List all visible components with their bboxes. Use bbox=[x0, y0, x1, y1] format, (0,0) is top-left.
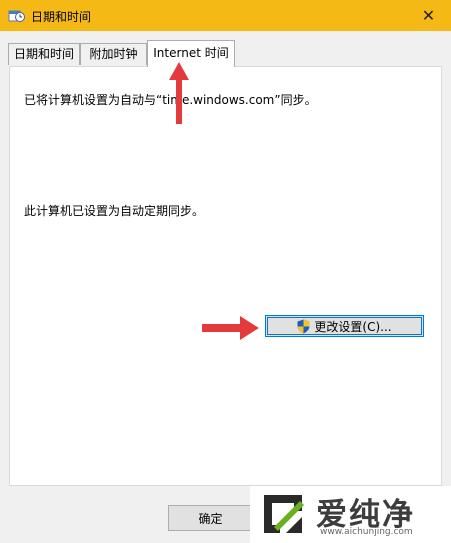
close-button[interactable]: ✕ bbox=[406, 0, 451, 31]
title-bar: 日期和时间 ✕ bbox=[0, 0, 451, 31]
uac-shield-icon bbox=[297, 319, 310, 333]
tab-date-time[interactable]: 日期和时间 bbox=[8, 43, 80, 65]
watermark: 爱纯净 www.aichunjing.com bbox=[250, 486, 451, 543]
internet-time-panel: 已将计算机设置为自动与“time.windows.com”同步。 此计算机已设置… bbox=[9, 66, 442, 486]
sync-status-text: 已将计算机设置为自动与“time.windows.com”同步。 bbox=[24, 93, 317, 107]
schedule-status-text: 此计算机已设置为自动定期同步。 bbox=[24, 204, 205, 218]
ok-button[interactable]: 确定 bbox=[168, 505, 253, 531]
change-settings-label: 更改设置(C)... bbox=[314, 319, 392, 334]
close-icon: ✕ bbox=[421, 6, 436, 25]
change-settings-button[interactable]: 更改设置(C)... bbox=[265, 315, 424, 337]
window-title: 日期和时间 bbox=[31, 10, 92, 24]
brand-url: www.aichunjing.com bbox=[320, 527, 413, 537]
clock-calendar-icon bbox=[8, 10, 25, 22]
tab-internet-time[interactable]: Internet 时间 bbox=[147, 40, 235, 67]
brand-logo-icon bbox=[264, 495, 304, 533]
tab-additional-clocks[interactable]: 附加时钟 bbox=[80, 43, 147, 65]
